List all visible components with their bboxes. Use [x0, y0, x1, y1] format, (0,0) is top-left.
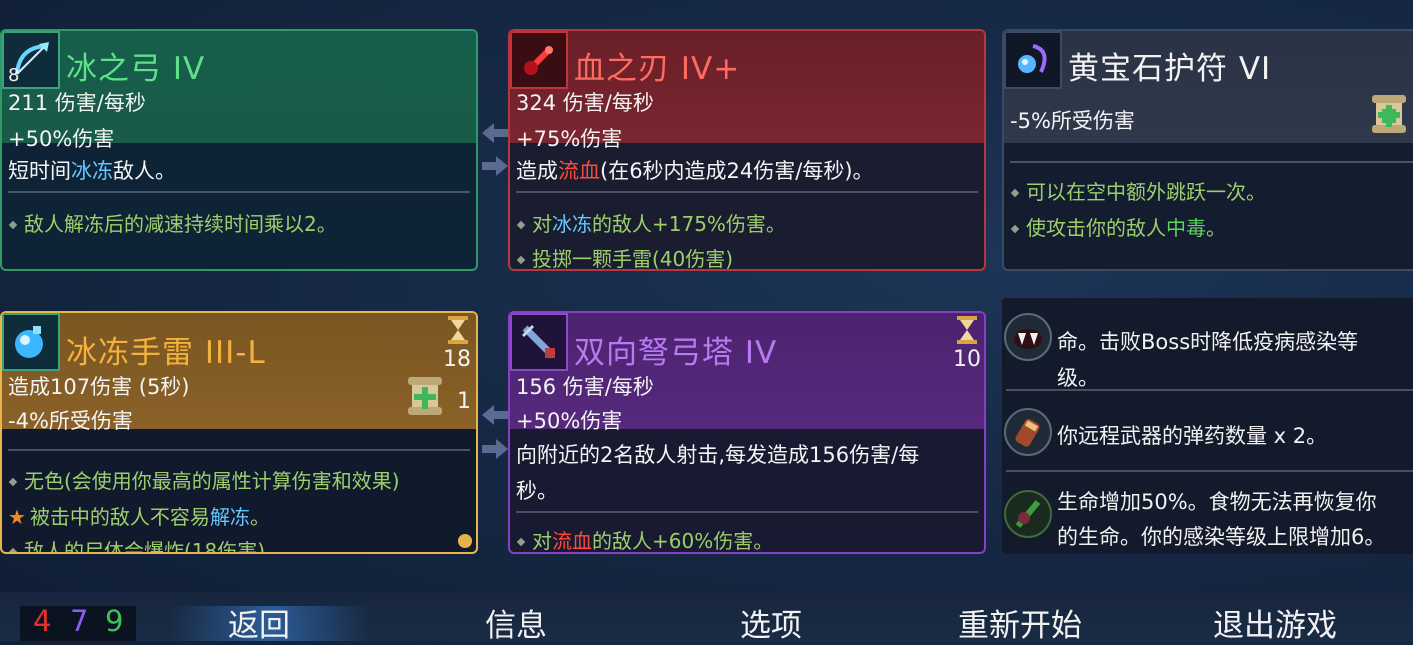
divider	[1010, 161, 1413, 163]
info-button[interactable]: 信息	[485, 600, 547, 645]
affix-bullet: 敌人解冻后的减速持续时间乘以2。	[8, 208, 337, 237]
swap-left-arrow-icon[interactable]	[480, 121, 510, 145]
divider	[8, 449, 470, 451]
item-title: 血之刃 IV+	[574, 51, 741, 87]
divider	[1006, 389, 1413, 391]
dps-line: 324 伤害/每秒	[516, 91, 654, 115]
stat-survival: 9	[105, 604, 124, 638]
cooldown-value: 18	[443, 347, 471, 372]
divider	[516, 191, 978, 193]
mutation-text: 生命增加50%。食物无法再恢复你	[1057, 490, 1377, 514]
divider	[516, 511, 978, 513]
item-card-ice-bow[interactable]: 8 冰之弓 IV 211 伤害/每秒 +50%伤害 短时间冰冻敌人。 敌人解冻后…	[0, 29, 478, 271]
damage-reduction-line: -4%所受伤害	[8, 409, 133, 433]
item-card-crossbow-turret[interactable]: 双向弩弓塔 IV 10 156 伤害/每秒 +50%伤害 向附近的2名敌人射击,…	[508, 311, 986, 554]
dps-line: 156 伤害/每秒	[516, 375, 654, 399]
affix-bullet: 使攻击你的敌人中毒。	[1010, 212, 1226, 241]
ammo-icon[interactable]	[1004, 408, 1052, 456]
description: 向附近的2名敌人射击,每发造成156伤害/每	[516, 443, 920, 467]
damage-line: 造成107伤害 (5秒)	[8, 375, 190, 399]
affix-bullet: 对冰冻的敌人+175%伤害。	[516, 208, 786, 237]
affix-bullet-legendary: ★ 被击中的敌人不容易解冻。	[8, 505, 270, 529]
item-title: 冰之弓 IV	[66, 51, 206, 87]
scroll-count: 1	[457, 389, 471, 414]
damage-bonus-line: +50%伤害	[516, 409, 623, 433]
damage-bonus-line: +75%伤害	[516, 127, 623, 151]
item-card-topaz-amulet[interactable]: 黄宝石护符 VI -5%所受伤害 可以在空中额外跳跃一次。 使攻击你的敌人中毒。	[1002, 29, 1413, 271]
item-title: 黄宝石护符 VI	[1068, 51, 1272, 87]
gold-corner-ornament	[458, 534, 472, 548]
mutation-text: 命。击败Boss时降低疫病感染等	[1057, 330, 1359, 354]
scroll-icon	[1370, 93, 1408, 135]
stat-tactics: 7	[70, 604, 89, 638]
crossbow-turret-icon	[510, 313, 568, 371]
affix-bullet: 对流血的敌人+60%伤害。	[516, 525, 773, 552]
mutation-text: 你远程武器的弹药数量 x 2。	[1057, 424, 1328, 448]
fangs-icon[interactable]	[1004, 313, 1052, 361]
affix-bullet: 敌人的尸体会爆炸(18伤害)	[8, 535, 265, 552]
divider	[1006, 470, 1413, 472]
options-button[interactable]: 选项	[740, 600, 802, 645]
swap-left-arrow-icon[interactable]	[480, 403, 510, 427]
amulet-icon	[1004, 31, 1062, 89]
divider	[8, 191, 470, 193]
item-title: 冰冻手雷 III-L	[66, 335, 266, 371]
cooldown-value: 10	[953, 347, 981, 372]
scroll-icon	[406, 375, 444, 417]
back-button[interactable]: 返回	[228, 600, 290, 645]
item-title: 双向弩弓塔 IV	[574, 335, 778, 371]
description: 短时间冰冻敌人。	[8, 159, 176, 183]
damage-reduction-line: -5%所受伤害	[1010, 109, 1135, 133]
swap-right-arrow-icon[interactable]	[480, 154, 510, 178]
item-level: 8	[8, 65, 20, 86]
affix-bullet: 可以在空中额外跳跃一次。	[1010, 176, 1266, 205]
stat-brutality: 4	[33, 604, 52, 638]
restart-button[interactable]: 重新开始	[958, 600, 1082, 645]
affix-bullet: 投掷一颗手雷(40伤害)	[516, 243, 733, 269]
mutation-text: 的生命。你的感染等级上限增加6。	[1057, 525, 1386, 549]
swap-right-arrow-icon[interactable]	[480, 437, 510, 461]
mutation-text: 级。	[1057, 366, 1099, 390]
description: 造成流血(在6秒内造成24伤害/每秒)。	[516, 159, 874, 183]
dps-line: 211 伤害/每秒	[8, 91, 146, 115]
description-cont: 秒。	[516, 479, 558, 503]
quit-button[interactable]: 退出游戏	[1213, 600, 1337, 645]
cooldown-hourglass-icon	[957, 316, 977, 344]
blood-blade-icon	[510, 31, 568, 89]
ice-grenade-icon	[2, 313, 60, 371]
damage-bonus-line: +50%伤害	[8, 127, 115, 151]
food-icon[interactable]	[1004, 490, 1052, 538]
affix-bullet: 无色(会使用你最高的属性计算伤害和效果)	[8, 465, 400, 494]
item-card-blood-blade[interactable]: 血之刃 IV+ 324 伤害/每秒 +75%伤害 造成流血(在6秒内造成24伤害…	[508, 29, 986, 271]
item-card-ice-grenade[interactable]: 冰冻手雷 III-L 18 造成107伤害 (5秒) -4%所受伤害 1 无色(…	[0, 311, 478, 554]
cooldown-hourglass-icon	[448, 316, 468, 344]
